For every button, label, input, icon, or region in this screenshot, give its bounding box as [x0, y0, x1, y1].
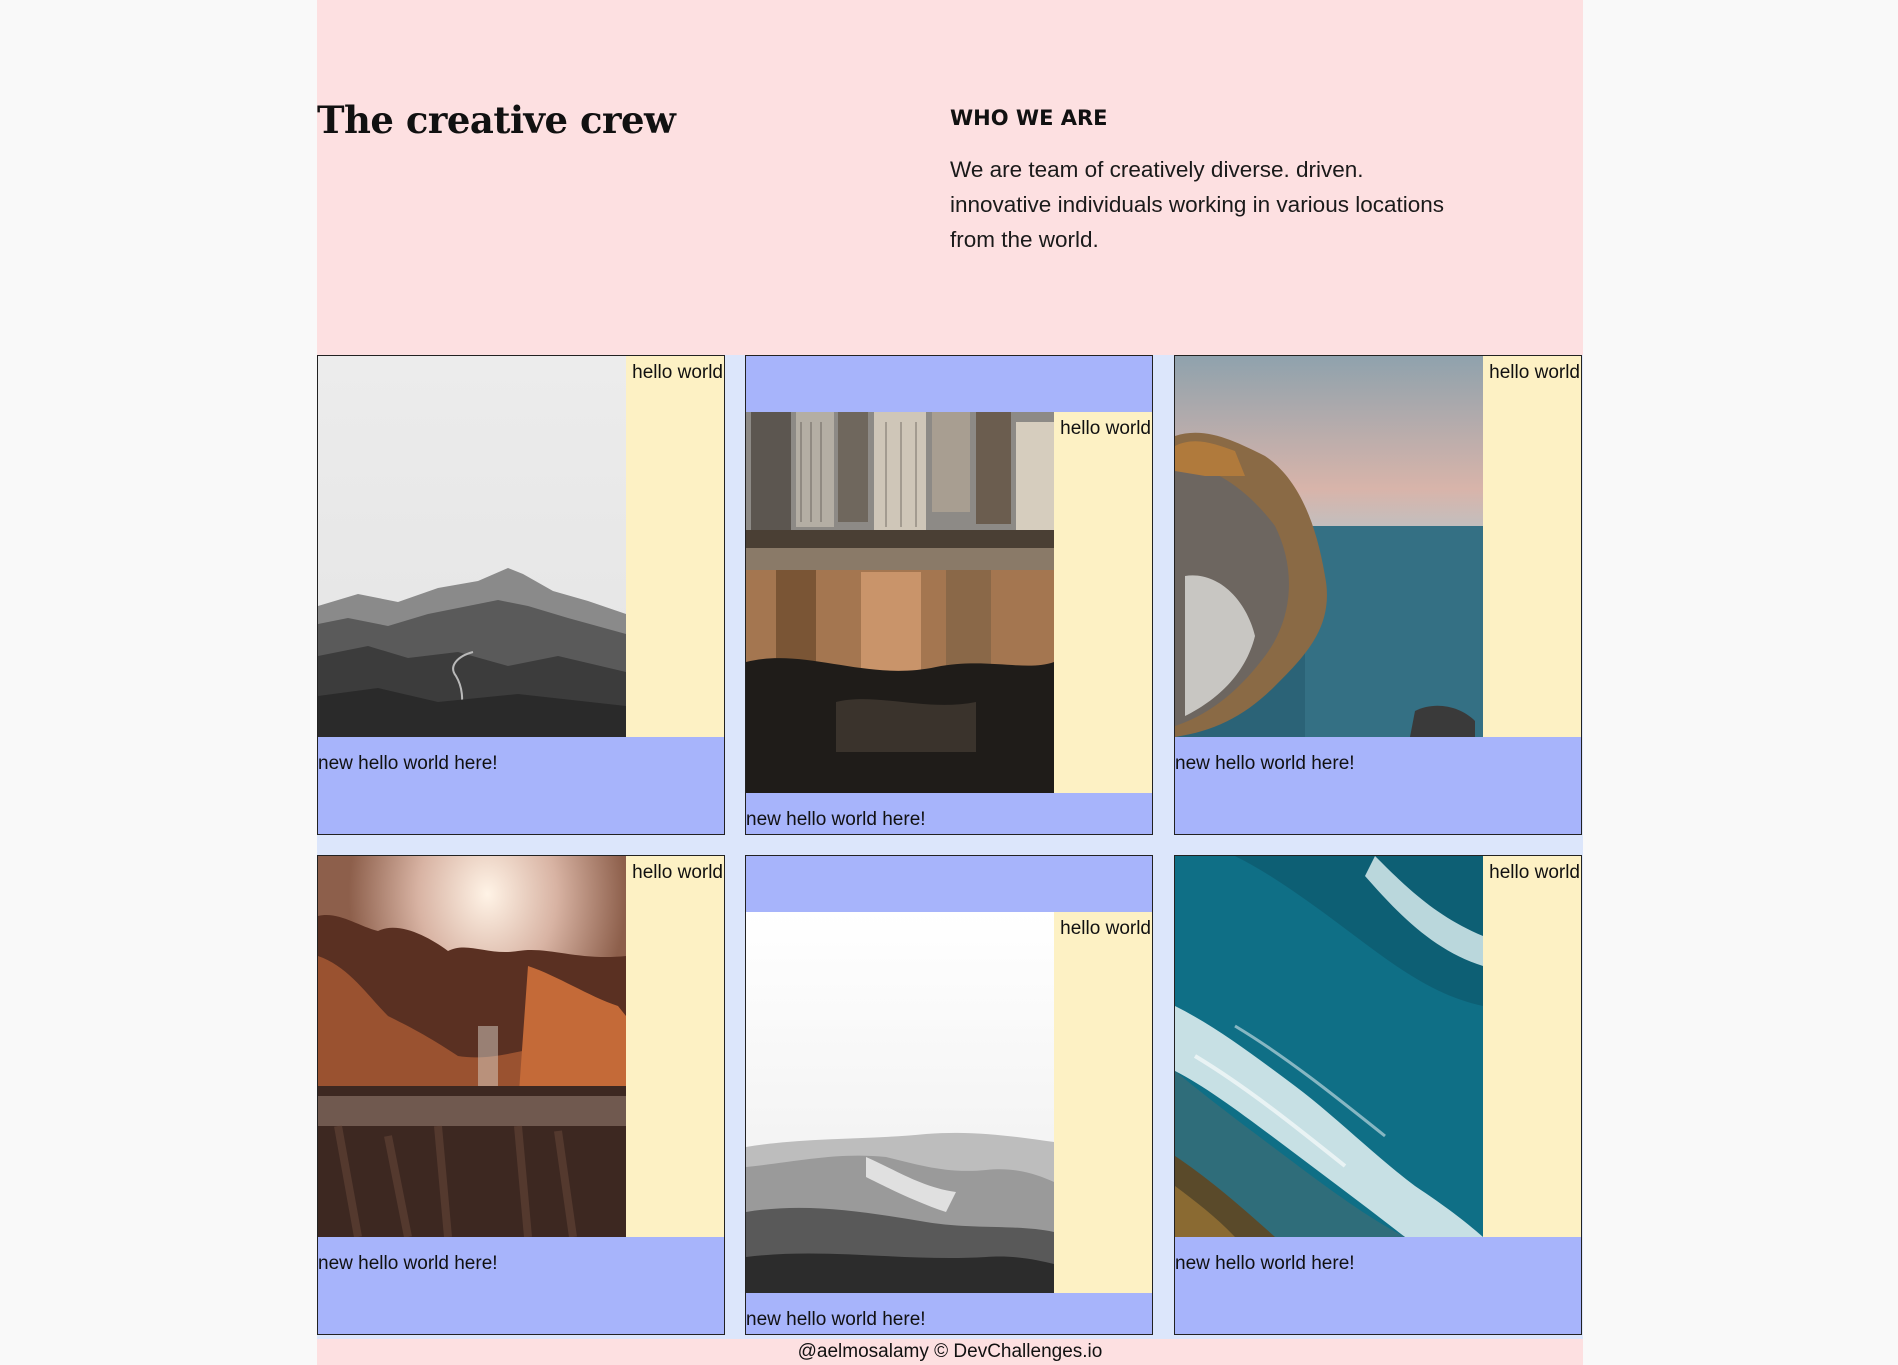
gallery-card: hello world new hello world here!	[1174, 855, 1582, 1335]
card-panel: hello world	[1175, 856, 1581, 1237]
card-caption: new hello world here!	[1175, 1253, 1355, 1274]
photo-autumn-forest	[318, 856, 626, 1237]
gallery-card: hello world new hello world here!	[1174, 355, 1582, 835]
card-label: hello world	[1060, 418, 1151, 439]
photo-city-reflection	[746, 412, 1054, 793]
card-label: hello world	[1060, 918, 1151, 939]
card-panel: hello world	[746, 412, 1152, 793]
card-panel: hello world	[318, 856, 724, 1237]
about-text: We are team of creatively diverse. drive…	[950, 157, 1445, 252]
card-caption: new hello world here!	[1175, 753, 1355, 774]
card-caption: new hello world here!	[746, 1309, 926, 1330]
footer-credit: @aelmosalamy © DevChallenges.io	[797, 1341, 1103, 1362]
card-panel: hello world	[1175, 356, 1581, 737]
page-title: The creative crew	[317, 98, 676, 142]
card-label: hello world	[632, 862, 723, 883]
about-heading: WHO WE ARE	[950, 106, 1108, 130]
photo-ocean-waves	[1175, 856, 1483, 1237]
card-panel: hello world	[746, 912, 1152, 1293]
card-panel: hello world	[318, 356, 724, 737]
card-label: hello world	[1489, 362, 1580, 383]
photo-desert-dunes	[746, 912, 1054, 1293]
photo-sea-cliff	[1175, 356, 1483, 737]
gallery-card: hello world new hello world here!	[745, 355, 1153, 835]
card-label: hello world	[1489, 862, 1580, 883]
gallery-card: hello world new hello world here!	[317, 855, 725, 1335]
card-caption: new hello world here!	[318, 753, 498, 774]
gallery-grid: hello world new hello world here! hello …	[317, 355, 1583, 1339]
gallery-card: hello world new hello world here!	[745, 855, 1153, 1335]
photo-mountain-range	[318, 356, 626, 737]
page: The creative crew WHO WE ARE We are team…	[317, 0, 1583, 1365]
card-caption: new hello world here!	[318, 1253, 498, 1274]
card-caption: new hello world here!	[746, 809, 926, 830]
gallery-card: hello world new hello world here!	[317, 355, 725, 835]
card-label: hello world	[632, 362, 723, 383]
